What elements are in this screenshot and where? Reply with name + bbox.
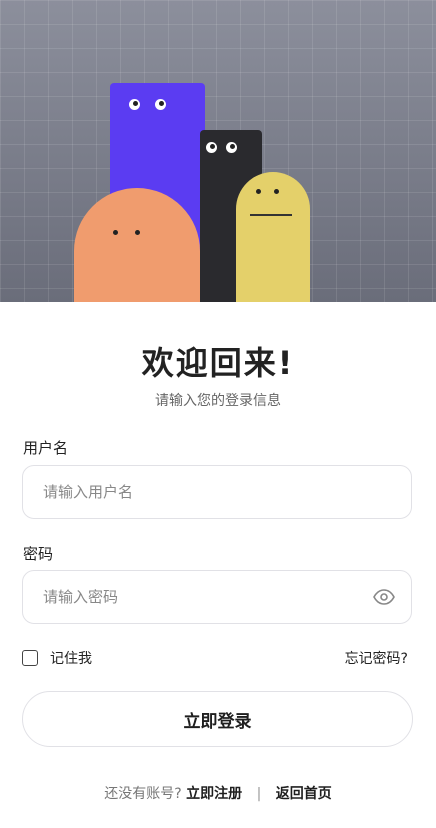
- forgot-password-link[interactable]: 忘记密码?: [345, 648, 408, 668]
- page-title: 欢迎回来!: [141, 344, 295, 382]
- yellow-left-eye: [256, 189, 261, 194]
- login-button[interactable]: 立即登录: [22, 691, 413, 747]
- register-prompt: 还没有账号?: [104, 786, 182, 802]
- password-input[interactable]: [22, 570, 412, 624]
- yellow-right-eye: [274, 189, 279, 194]
- eye-icon[interactable]: [372, 585, 396, 609]
- username-label: 用户名: [23, 439, 69, 457]
- purple-right-eye: [155, 99, 166, 110]
- register-link[interactable]: 立即注册: [186, 786, 242, 802]
- username-input[interactable]: [22, 465, 412, 519]
- yellow-character: [236, 172, 310, 302]
- remember-me[interactable]: 记住我: [22, 648, 92, 668]
- purple-left-eye: [129, 99, 140, 110]
- home-link[interactable]: 返回首页: [276, 786, 332, 802]
- password-label: 密码: [23, 545, 54, 563]
- page-subtitle: 请输入您的登录信息: [155, 393, 281, 409]
- footer: 还没有账号? 立即注册 | 返回首页: [0, 783, 436, 803]
- remember-checkbox[interactable]: [22, 650, 38, 666]
- remember-label: 记住我: [50, 651, 92, 667]
- orange-left-eye: [113, 230, 118, 235]
- black-right-eye: [226, 142, 237, 153]
- black-left-eye: [206, 142, 217, 153]
- yellow-mouth: [250, 214, 292, 216]
- orange-right-eye: [135, 230, 140, 235]
- footer-separator: |: [256, 786, 262, 802]
- orange-character: [74, 188, 200, 302]
- hero-illustration: [0, 0, 436, 302]
